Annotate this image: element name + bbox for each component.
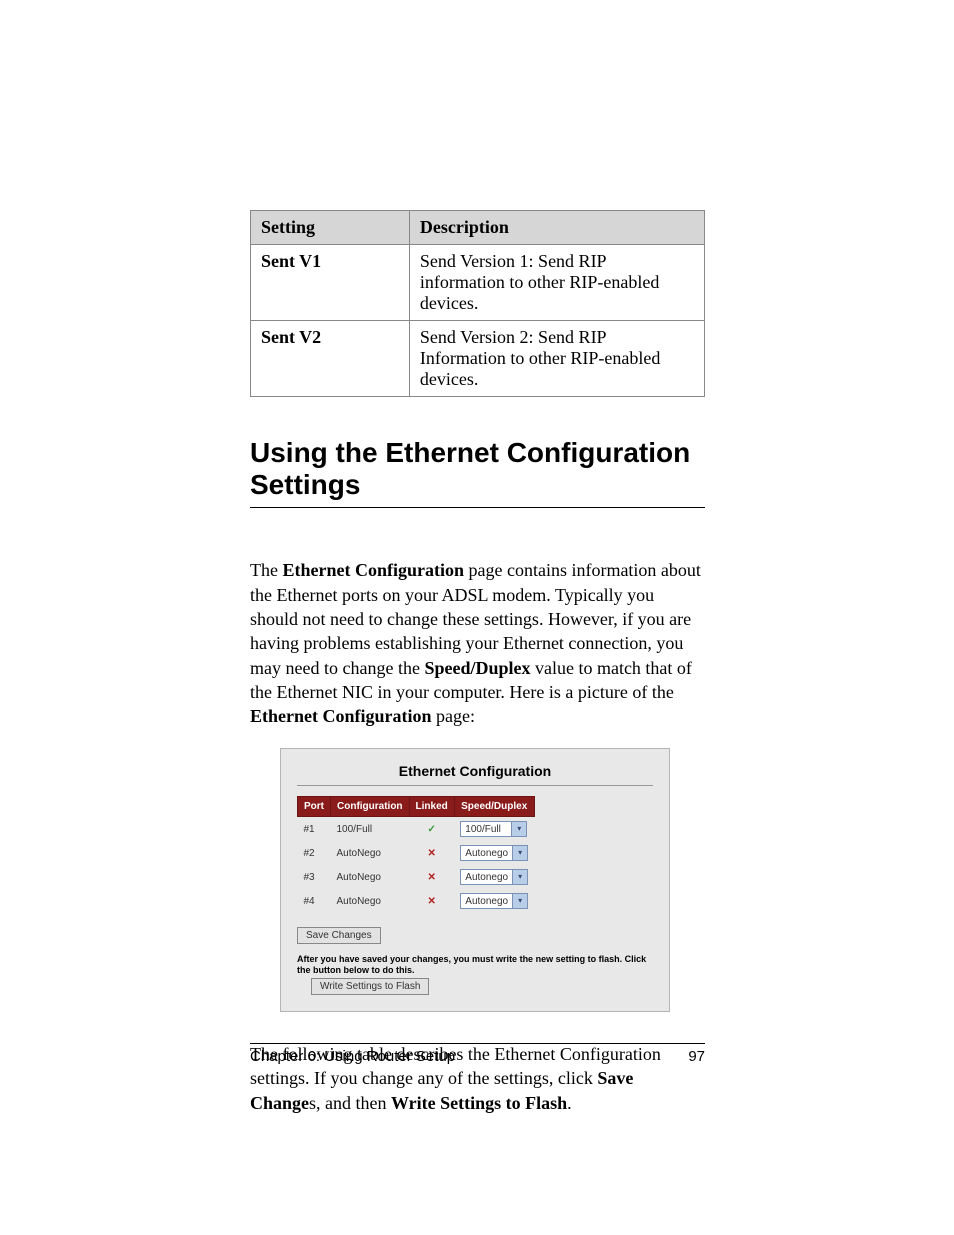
port-id: #3	[298, 865, 331, 889]
panel-title: Ethernet Configuration	[297, 763, 653, 779]
port-row: #3 AutoNego ✕ Autonego ▾	[298, 865, 535, 889]
col-linked: Linked	[409, 797, 454, 817]
chevron-down-icon: ▾	[512, 846, 527, 860]
port-id: #2	[298, 841, 331, 865]
setting-desc: Send Version 1: Send RIP information to …	[409, 245, 704, 321]
port-row: #2 AutoNego ✕ Autonego ▾	[298, 841, 535, 865]
col-description: Description	[409, 211, 704, 245]
col-config: Configuration	[331, 797, 410, 817]
page-number: 97	[688, 1048, 705, 1065]
col-port: Port	[298, 797, 331, 817]
port-config: AutoNego	[331, 865, 410, 889]
port-row: #4 AutoNego ✕ Autonego ▾	[298, 889, 535, 913]
col-speed: Speed/Duplex	[454, 797, 534, 817]
port-config: 100/Full	[331, 817, 410, 842]
save-changes-button[interactable]: Save Changes	[297, 927, 381, 944]
settings-table: Setting Description Sent V1 Send Version…	[250, 210, 705, 397]
flash-note: After you have saved your changes, you m…	[297, 954, 653, 976]
port-config: AutoNego	[331, 841, 410, 865]
section-heading: Using the Ethernet Configuration Setting…	[250, 437, 705, 508]
port-id: #4	[298, 889, 331, 913]
port-row: #1 100/Full ✓ 100/Full ▾	[298, 817, 535, 842]
port-id: #1	[298, 817, 331, 842]
intro-paragraph: The Ethernet Configuration page contains…	[250, 558, 705, 728]
chevron-down-icon: ▾	[512, 894, 527, 908]
speed-dropdown[interactable]: 100/Full ▾	[460, 821, 527, 837]
cross-icon: ✕	[427, 896, 435, 907]
chevron-down-icon: ▾	[511, 822, 526, 836]
setting-desc: Send Version 2: Send RIP Information to …	[409, 321, 704, 397]
col-setting: Setting	[251, 211, 410, 245]
table-row: Sent V2 Send Version 2: Send RIP Informa…	[251, 321, 705, 397]
divider	[297, 785, 653, 786]
cross-icon: ✕	[427, 872, 435, 883]
port-config: AutoNego	[331, 889, 410, 913]
ethernet-config-screenshot: Ethernet Configuration Port Configuratio…	[280, 748, 670, 1012]
ports-table: Port Configuration Linked Speed/Duplex #…	[297, 796, 535, 913]
check-icon: ✓	[427, 824, 435, 835]
table-row: Sent V1 Send Version 1: Send RIP informa…	[251, 245, 705, 321]
speed-dropdown[interactable]: Autonego ▾	[460, 869, 528, 885]
chevron-down-icon: ▾	[512, 870, 527, 884]
cross-icon: ✕	[427, 848, 435, 859]
speed-dropdown[interactable]: Autonego ▾	[460, 845, 528, 861]
setting-name: Sent V2	[251, 321, 410, 397]
write-settings-button[interactable]: Write Settings to Flash	[311, 978, 429, 995]
setting-name: Sent V1	[251, 245, 410, 321]
speed-dropdown[interactable]: Autonego ▾	[460, 893, 528, 909]
chapter-label: Chapter 6: Using Router Setup	[250, 1048, 455, 1065]
page-footer: Chapter 6: Using Router Setup 97	[250, 1043, 705, 1065]
